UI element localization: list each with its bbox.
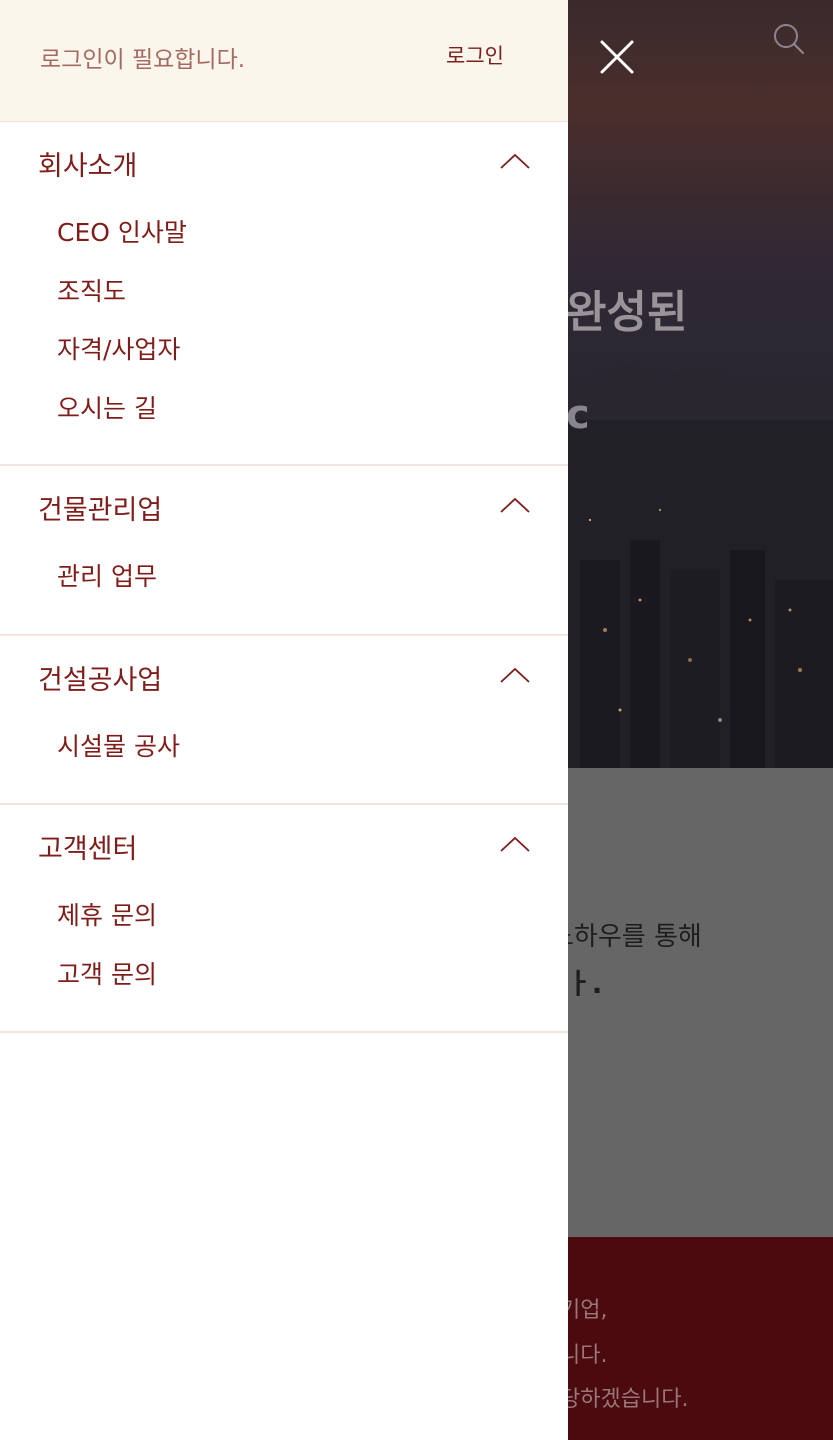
close-icon bbox=[600, 40, 634, 74]
city-skyline bbox=[560, 420, 833, 768]
menu-section-toggle[interactable]: 건물관리업 bbox=[0, 466, 568, 548]
login-required-message: 로그인이 필요합니다. bbox=[40, 47, 246, 73]
mountain-silhouette bbox=[560, 363, 833, 425]
menu-section-customer-center: 고객센터 제휴 문의 고객 문의 bbox=[0, 805, 568, 1033]
menu-section-toggle[interactable]: 고객센터 bbox=[0, 805, 568, 887]
menu-section-toggle[interactable]: 회사소개 bbox=[0, 122, 568, 204]
chevron-up-icon bbox=[500, 153, 530, 169]
search-icon bbox=[774, 24, 805, 55]
hero-title-fragment: 완성된 bbox=[566, 287, 688, 338]
submenu-item-facility-construction[interactable]: 시설물 공사 bbox=[0, 718, 568, 777]
submenu-item-customer-inquiry[interactable]: 고객 문의 bbox=[0, 946, 568, 1005]
chevron-up-icon bbox=[500, 667, 530, 683]
submenu-item-partnership-inquiry[interactable]: 제휴 문의 bbox=[0, 887, 568, 946]
submenu-item-org-chart[interactable]: 조직도 bbox=[0, 263, 568, 322]
intro-text-line-2: ㅏ. bbox=[566, 967, 603, 1000]
login-button[interactable]: 로그인 bbox=[446, 40, 504, 70]
menu-section-title: 건물관리업 bbox=[38, 495, 163, 526]
intro-text-line-1: 노하우를 통해 bbox=[550, 922, 702, 952]
submenu-list: 관리 업무 bbox=[0, 548, 568, 634]
chevron-up-icon bbox=[500, 497, 530, 513]
search-button[interactable] bbox=[770, 20, 810, 60]
submenu-item-ceo-greeting[interactable]: CEO 인사말 bbox=[0, 204, 568, 263]
hero-subtitle-fragment: c bbox=[566, 392, 590, 438]
footer-text-line: 당하겠습니다. bbox=[560, 1387, 689, 1412]
chevron-up-icon bbox=[500, 836, 530, 852]
menu-section-title: 회사소개 bbox=[38, 151, 138, 182]
submenu-item-licenses[interactable]: 자격/사업자 bbox=[0, 321, 568, 380]
menu-section-title: 건설공사업 bbox=[38, 664, 163, 696]
menu-section-construction: 건설공사업 시설물 공사 bbox=[0, 636, 568, 805]
submenu-item-management-work[interactable]: 관리 업무 bbox=[0, 548, 568, 607]
menu-section-toggle[interactable]: 건설공사업 bbox=[0, 636, 568, 718]
menu-section-title: 고객센터 bbox=[38, 834, 138, 865]
menu-section-company: 회사소개 CEO 인사말 조직도 자격/사업자 오시는 길 bbox=[0, 122, 568, 466]
menu-section-building-management: 건물관리업 관리 업무 bbox=[0, 466, 568, 636]
close-menu-button[interactable] bbox=[596, 36, 638, 78]
submenu-list: 제휴 문의 고객 문의 bbox=[0, 887, 568, 1031]
side-menu-drawer: 로그인이 필요합니다. 로그인 회사소개 CEO 인사말 조직도 자격/사업자 … bbox=[0, 0, 568, 1440]
submenu-item-directions[interactable]: 오시는 길 bbox=[0, 380, 568, 439]
submenu-list: 시설물 공사 bbox=[0, 718, 568, 804]
drawer-header: 로그인이 필요합니다. 로그인 bbox=[0, 0, 568, 122]
submenu-list: CEO 인사말 조직도 자격/사업자 오시는 길 bbox=[0, 204, 568, 464]
